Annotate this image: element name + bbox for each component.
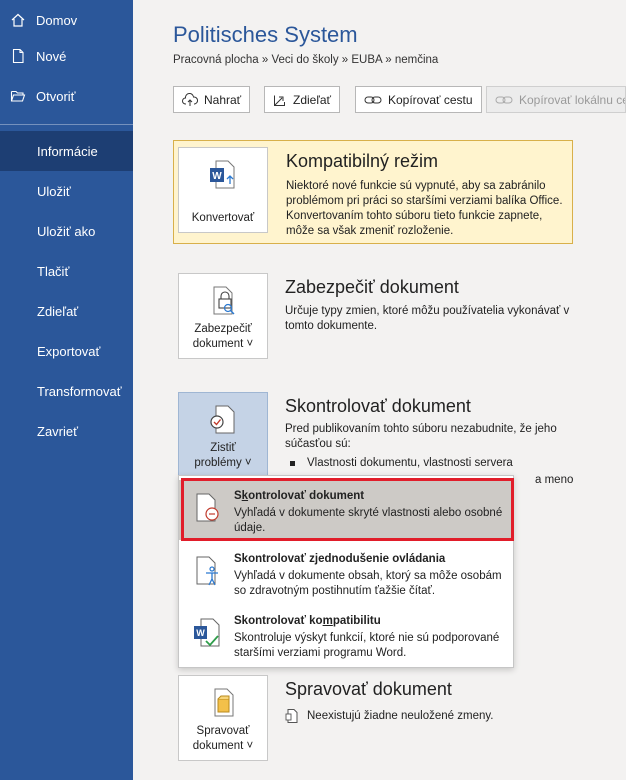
check-issues-label-2: problémy ˅ — [194, 457, 252, 469]
share-button[interactable]: Zdieľať — [264, 86, 341, 113]
compatibility-text: Niektoré nové funkcie sú vypnuté, aby sa… — [286, 180, 563, 237]
nav-export-label: Exportovať — [37, 343, 101, 359]
inspect-text: Pred publikovaním tohto súboru nezabudni… — [285, 423, 557, 450]
nav-transform-label: Transformovať — [37, 383, 122, 399]
share-label: Zdieľať — [293, 92, 332, 107]
svg-text:W: W — [212, 171, 222, 182]
breadcrumb: Pracovná plocha » Veci do školy » EUBA »… — [173, 54, 439, 66]
info-pane: Politisches System Pracovná plocha » Vec… — [133, 0, 626, 780]
nav-info[interactable]: Informácie — [0, 131, 133, 171]
nav-home-label: Domov — [36, 12, 78, 28]
nav-save-as-label: Uložiť ako — [37, 223, 96, 239]
menu-item-description: Vyhľadá v dokumente obsah, ktorý sa môže… — [234, 570, 502, 597]
menu-title-part: Skontrolovať z — [234, 553, 315, 565]
inspect-document-icon — [179, 403, 267, 437]
nav-save-as[interactable]: Uložiť ako — [0, 211, 133, 251]
new-document-icon — [0, 48, 36, 64]
accessibility-icon — [193, 555, 223, 592]
protect-title: Zabezpečiť dokument — [285, 277, 459, 297]
manage-document-icon — [179, 686, 267, 720]
manage-label-2: dokument ˅ — [192, 740, 254, 752]
protect-label-2: dokument ˅ — [192, 338, 254, 350]
manage-document-button[interactable]: Spravovať dokument ˅ — [178, 675, 268, 761]
menu-item-check-accessibility[interactable]: Skontrolovať zjednodušenie ovládania Vyh… — [179, 543, 513, 603]
copy-local-path-button[interactable]: Kopírovať lokálnu ce — [486, 86, 626, 113]
link-icon — [364, 94, 382, 106]
nav-share-label: Zdieľať — [37, 303, 79, 319]
compatibility-mode-panel: W Konvertovať Kompatibilný režim Niektor… — [173, 140, 573, 244]
nav-save[interactable]: Uložiť — [0, 171, 133, 211]
backstage-sidebar: Domov Nové Otvoriť Informácie Uložiť Ulo… — [0, 0, 133, 780]
nav-open-label: Otvoriť — [36, 88, 76, 104]
protect-label-1: Zabezpečiť — [194, 323, 252, 335]
manage-title: Spravovať dokument — [285, 679, 452, 699]
word-convert-icon: W — [179, 158, 267, 192]
menu-title-part: ontrolovať dokument — [248, 490, 365, 502]
inspect-bullets: Vlastnosti dokumentu, vlastnosti servera — [285, 456, 585, 471]
upload-button[interactable]: Nahrať — [173, 86, 251, 113]
nav-home[interactable]: Domov — [0, 0, 133, 40]
menu-item-description: Skontroluje výskyt funkcií, ktoré nie sú… — [234, 632, 500, 659]
document-icon — [285, 708, 299, 724]
folder-open-icon — [0, 88, 36, 104]
upload-label: Nahrať — [204, 92, 242, 107]
menu-item-description: Vyhľadá v dokumente skryté vlastnosti al… — [234, 507, 503, 534]
nav-new-label: Nové — [36, 48, 67, 64]
bullet-item: Vlastnosti dokumentu, vlastnosti servera — [285, 456, 585, 471]
sidebar-divider — [0, 124, 133, 125]
link-icon — [495, 94, 513, 106]
nav-save-label: Uložiť — [37, 183, 71, 199]
menu-title-part: patibilitu — [332, 615, 381, 627]
menu-title-part: S — [234, 490, 242, 502]
manage-status: Neexistujú žiadne neuložené zmeny. — [285, 708, 493, 724]
cloud-upload-icon — [182, 92, 198, 107]
check-issues-menu: Skontrolovať dokument Vyhľadá v dokument… — [178, 475, 514, 668]
bullet-tail: a meno — [535, 474, 574, 486]
copy-path-label: Kopírovať cestu — [388, 92, 473, 107]
convert-label: Konvertovať — [191, 212, 255, 224]
copy-path-button[interactable]: Kopírovať cestu — [355, 86, 482, 113]
inspect-document-icon — [193, 492, 223, 529]
convert-button[interactable]: W Konvertovať — [178, 147, 268, 233]
protect-document-button[interactable]: Zabezpečiť dokument ˅ — [178, 273, 268, 359]
menu-item-title: Skontrolovať dokument — [234, 490, 364, 502]
manage-text: Neexistujú žiadne neuložené zmeny. — [307, 710, 494, 722]
svg-text:W: W — [196, 628, 205, 638]
nav-print[interactable]: Tlačiť — [0, 251, 133, 291]
nav-export[interactable]: Exportovať — [0, 331, 133, 371]
nav-share[interactable]: Zdieľať — [0, 291, 133, 331]
nav-open[interactable]: Otvoriť — [0, 76, 133, 116]
nav-new[interactable]: Nové — [0, 36, 133, 76]
word-compatibility-icon: W — [193, 617, 223, 654]
nav-print-label: Tlačiť — [37, 263, 70, 279]
nav-close-label: Zavrieť — [37, 423, 78, 439]
menu-item-check-compatibility[interactable]: W Skontrolovať kompatibilitu Skontroluje… — [179, 605, 513, 665]
compatibility-title: Kompatibilný režim — [286, 151, 439, 171]
menu-item-title: Skontrolovať kompatibilitu — [234, 615, 381, 627]
copy-local-path-label: Kopírovať lokálnu ce — [519, 92, 626, 107]
menu-title-part: ednodušenie ovládania — [318, 553, 446, 565]
page-title: Politisches System — [173, 22, 358, 47]
share-icon — [273, 93, 287, 107]
manage-label-1: Spravovať — [196, 725, 250, 737]
home-icon — [0, 12, 36, 28]
lock-document-icon — [179, 284, 267, 318]
menu-title-part: Skontrolovať ko — [234, 615, 323, 627]
check-for-issues-button[interactable]: Zistiť problémy ˅ — [178, 392, 268, 478]
nav-info-label: Informácie — [37, 143, 98, 159]
nav-close[interactable]: Zavrieť — [0, 411, 133, 451]
check-issues-label-1: Zistiť — [210, 442, 236, 454]
inspect-title: Skontrolovať dokument — [285, 396, 471, 416]
menu-item-inspect-document[interactable]: Skontrolovať dokument Vyhľadá v dokument… — [179, 480, 513, 540]
menu-item-title: Skontrolovať zjednodušenie ovládania — [234, 553, 445, 565]
protect-text: Určuje typy zmien, ktoré môžu používatel… — [285, 305, 570, 332]
menu-title-accesskey: m — [322, 615, 333, 627]
nav-transform[interactable]: Transformovať — [0, 371, 133, 411]
